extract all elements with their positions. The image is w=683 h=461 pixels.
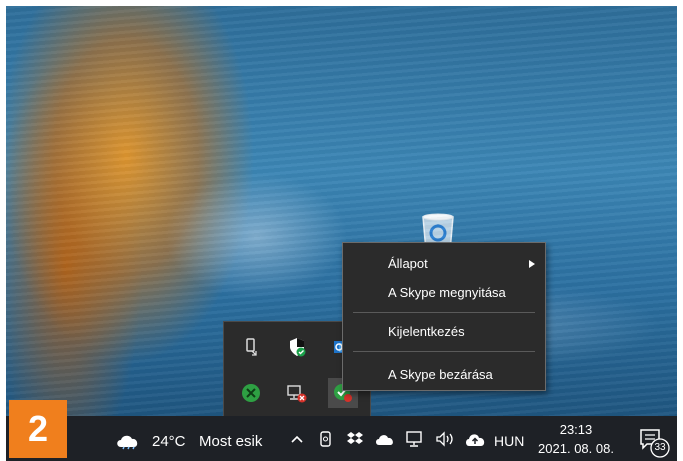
menu-item-label: A Skype bezárása: [388, 367, 493, 382]
dropbox-icon[interactable]: [345, 429, 365, 449]
usb-eject-icon[interactable]: [238, 334, 264, 360]
menu-item-quit-skype[interactable]: A Skype bezárása: [343, 363, 545, 387]
menu-item-status[interactable]: Állapot: [343, 252, 545, 276]
notification-count: 33: [654, 442, 666, 453]
clock-time[interactable]: 23:13: [536, 422, 616, 437]
show-hidden-icons-chevron-icon[interactable]: [289, 431, 305, 447]
phone-link-icon[interactable]: [316, 429, 336, 449]
cloud-upload-icon[interactable]: [464, 429, 486, 449]
submenu-arrow-icon: [529, 260, 535, 268]
weather-temperature[interactable]: 24°C: [152, 433, 186, 450]
menu-item-open-skype[interactable]: A Skype megnyitása: [343, 281, 545, 305]
network-icon[interactable]: [404, 429, 426, 449]
menu-separator: [353, 351, 535, 352]
onedrive-cloud-icon[interactable]: [374, 430, 396, 448]
input-language[interactable]: HUN: [494, 433, 524, 449]
menu-item-sign-out[interactable]: Kijelentkezés: [343, 320, 545, 344]
weather-cloud-icon[interactable]: [114, 429, 142, 451]
weather-description[interactable]: Most esik: [199, 433, 262, 450]
defender-shield-icon[interactable]: [284, 334, 310, 360]
app-green-icon[interactable]: [238, 380, 264, 406]
network-disconnected-icon[interactable]: [284, 380, 310, 406]
screenshot-frame: Állapot A Skype megnyitása Kijelentkezés…: [0, 0, 683, 461]
clock-date[interactable]: 2021. 08. 08.: [536, 441, 616, 456]
menu-item-label: Kijelentkezés: [388, 324, 465, 339]
notification-center-icon[interactable]: 33: [636, 426, 674, 458]
volume-icon[interactable]: [434, 429, 456, 449]
menu-item-label: Állapot: [388, 256, 428, 271]
step-number-badge: 2: [9, 400, 67, 458]
menu-separator: [353, 312, 535, 313]
skype-context-menu: Állapot A Skype megnyitása Kijelentkezés…: [342, 242, 546, 391]
menu-item-label: A Skype megnyitása: [388, 285, 506, 300]
